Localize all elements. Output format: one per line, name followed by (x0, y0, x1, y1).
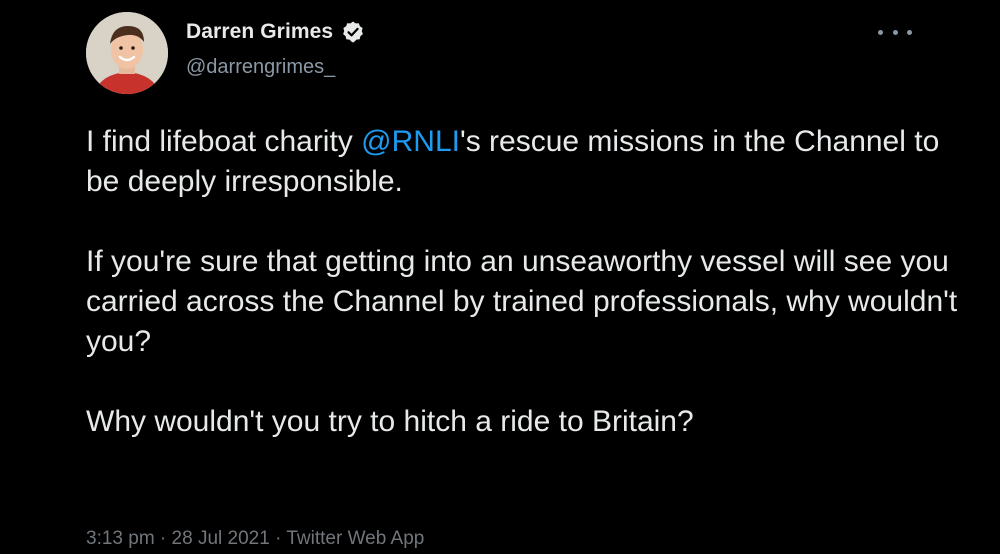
avatar[interactable] (86, 12, 168, 94)
avatar-image (86, 12, 168, 94)
author-handle[interactable]: @darrengrimes_ (186, 56, 335, 79)
tweet-paragraph-2: If you're sure that getting into an unse… (86, 245, 958, 358)
tweet-source[interactable]: Twitter Web App (286, 528, 424, 549)
tweet-date[interactable]: 28 Jul 2021 (172, 528, 270, 549)
meta-separator: · (154, 528, 172, 549)
tweet-text-segment: I find lifeboat charity (86, 125, 362, 158)
tweet-paragraph-3: Why wouldn't you try to hitch a ride to … (86, 405, 694, 438)
tweet-time[interactable]: 3:13 pm (86, 528, 155, 549)
tweet-metadata: 3:13 pm · 28 Jul 2021 · Twitter Web App (86, 528, 424, 550)
tweet: Darren Grimes @darrengrimes_ I find life… (0, 0, 1000, 554)
dot-icon (907, 29, 912, 35)
mention-link[interactable]: @RNLI (361, 125, 460, 158)
tweet-paragraph-1: I find lifeboat charity @RNLI's rescue m… (86, 122, 966, 202)
tweet-text: I find lifeboat charity @RNLI's rescue m… (86, 122, 966, 442)
more-options-icon[interactable] (878, 22, 912, 42)
dot-icon (878, 29, 883, 35)
author-display-name[interactable]: Darren Grimes (186, 20, 333, 44)
meta-separator: · (269, 528, 287, 549)
dot-icon (892, 29, 898, 35)
author-name-row: Darren Grimes (186, 20, 365, 44)
verified-badge-icon (343, 21, 364, 43)
